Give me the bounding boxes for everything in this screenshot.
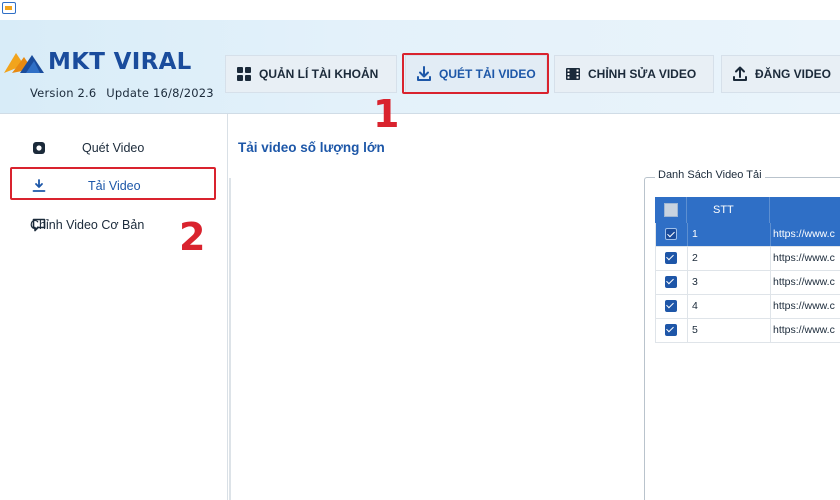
highlight-box-tab <box>402 53 549 94</box>
group-title: Danh Sách Video Tải <box>655 169 765 181</box>
row-checkbox[interactable] <box>665 324 677 336</box>
upload-icon <box>733 66 747 81</box>
row-url: https://www.c <box>773 324 835 336</box>
tab-label: ĐĂNG VIDEO <box>755 67 832 81</box>
highlight-box-sidebar <box>10 167 216 200</box>
step-number-1: 1 <box>373 92 400 136</box>
sidebar-item-label: Chỉnh Video Cơ Bản <box>30 218 145 232</box>
tab-edit-video[interactable]: CHỈNH SỬA VIDEO <box>554 55 714 93</box>
column-divider <box>687 247 688 270</box>
step-number-2: 2 <box>179 215 206 259</box>
column-divider <box>686 197 687 223</box>
tab-post-video[interactable]: ĐĂNG VIDEO <box>721 55 840 93</box>
row-checkbox[interactable] <box>665 228 677 240</box>
row-url: https://www.c <box>773 252 835 264</box>
column-divider <box>769 197 770 223</box>
table-row[interactable]: 3 https://www.c <box>655 271 840 295</box>
table-row[interactable]: 2 https://www.c <box>655 247 840 271</box>
version-label: Version 2.6 <box>30 86 97 100</box>
title-bar <box>0 0 840 20</box>
column-divider <box>687 295 688 318</box>
row-stt: 5 <box>692 324 698 336</box>
app-name: MKT VIRAL <box>48 49 192 75</box>
column-divider <box>770 319 771 342</box>
column-divider <box>770 271 771 294</box>
column-divider <box>770 295 771 318</box>
column-divider <box>770 223 771 246</box>
row-checkbox[interactable] <box>665 276 677 288</box>
sidebar-item-scan-video[interactable]: Quét Video <box>10 133 216 163</box>
logo-mark-icon <box>4 53 44 73</box>
select-all-checkbox[interactable] <box>664 203 678 217</box>
table-row[interactable]: 5 https://www.c <box>655 319 840 343</box>
row-stt: 1 <box>692 228 698 240</box>
update-label: Update 16/8/2023 <box>106 86 214 100</box>
camera-icon <box>33 142 45 154</box>
row-url: https://www.c <box>773 276 835 288</box>
column-header-stt: STT <box>713 204 734 216</box>
column-divider <box>770 247 771 270</box>
tab-account-management[interactable]: QUẢN LÍ TÀI KHOẢN <box>225 55 397 93</box>
brand-logo: MKT VIRAL <box>2 47 192 77</box>
table-header: STT <box>655 197 840 223</box>
row-url: https://www.c <box>773 228 835 240</box>
column-divider <box>687 223 688 246</box>
row-url: https://www.c <box>773 300 835 312</box>
app-icon <box>2 2 16 14</box>
table-row[interactable]: 1 https://www.c <box>655 223 840 247</box>
version-info: Version 2.6 Update 16/8/2023 <box>30 86 220 100</box>
pane-divider[interactable] <box>229 178 231 500</box>
table-row[interactable]: 4 https://www.c <box>655 295 840 319</box>
row-checkbox[interactable] <box>665 300 677 312</box>
column-divider <box>687 271 688 294</box>
film-icon <box>566 68 580 80</box>
row-stt: 4 <box>692 300 698 312</box>
row-stt: 3 <box>692 276 698 288</box>
tab-label: QUẢN LÍ TÀI KHOẢN <box>259 67 379 81</box>
page-title: Tải video số lượng lớn <box>238 140 385 155</box>
sidebar-item-label: Quét Video <box>82 141 145 155</box>
row-stt: 2 <box>692 252 698 264</box>
tab-label: CHỈNH SỬA VIDEO <box>588 67 697 81</box>
row-checkbox[interactable] <box>665 252 677 264</box>
column-divider <box>687 319 688 342</box>
grid-icon <box>237 67 251 81</box>
